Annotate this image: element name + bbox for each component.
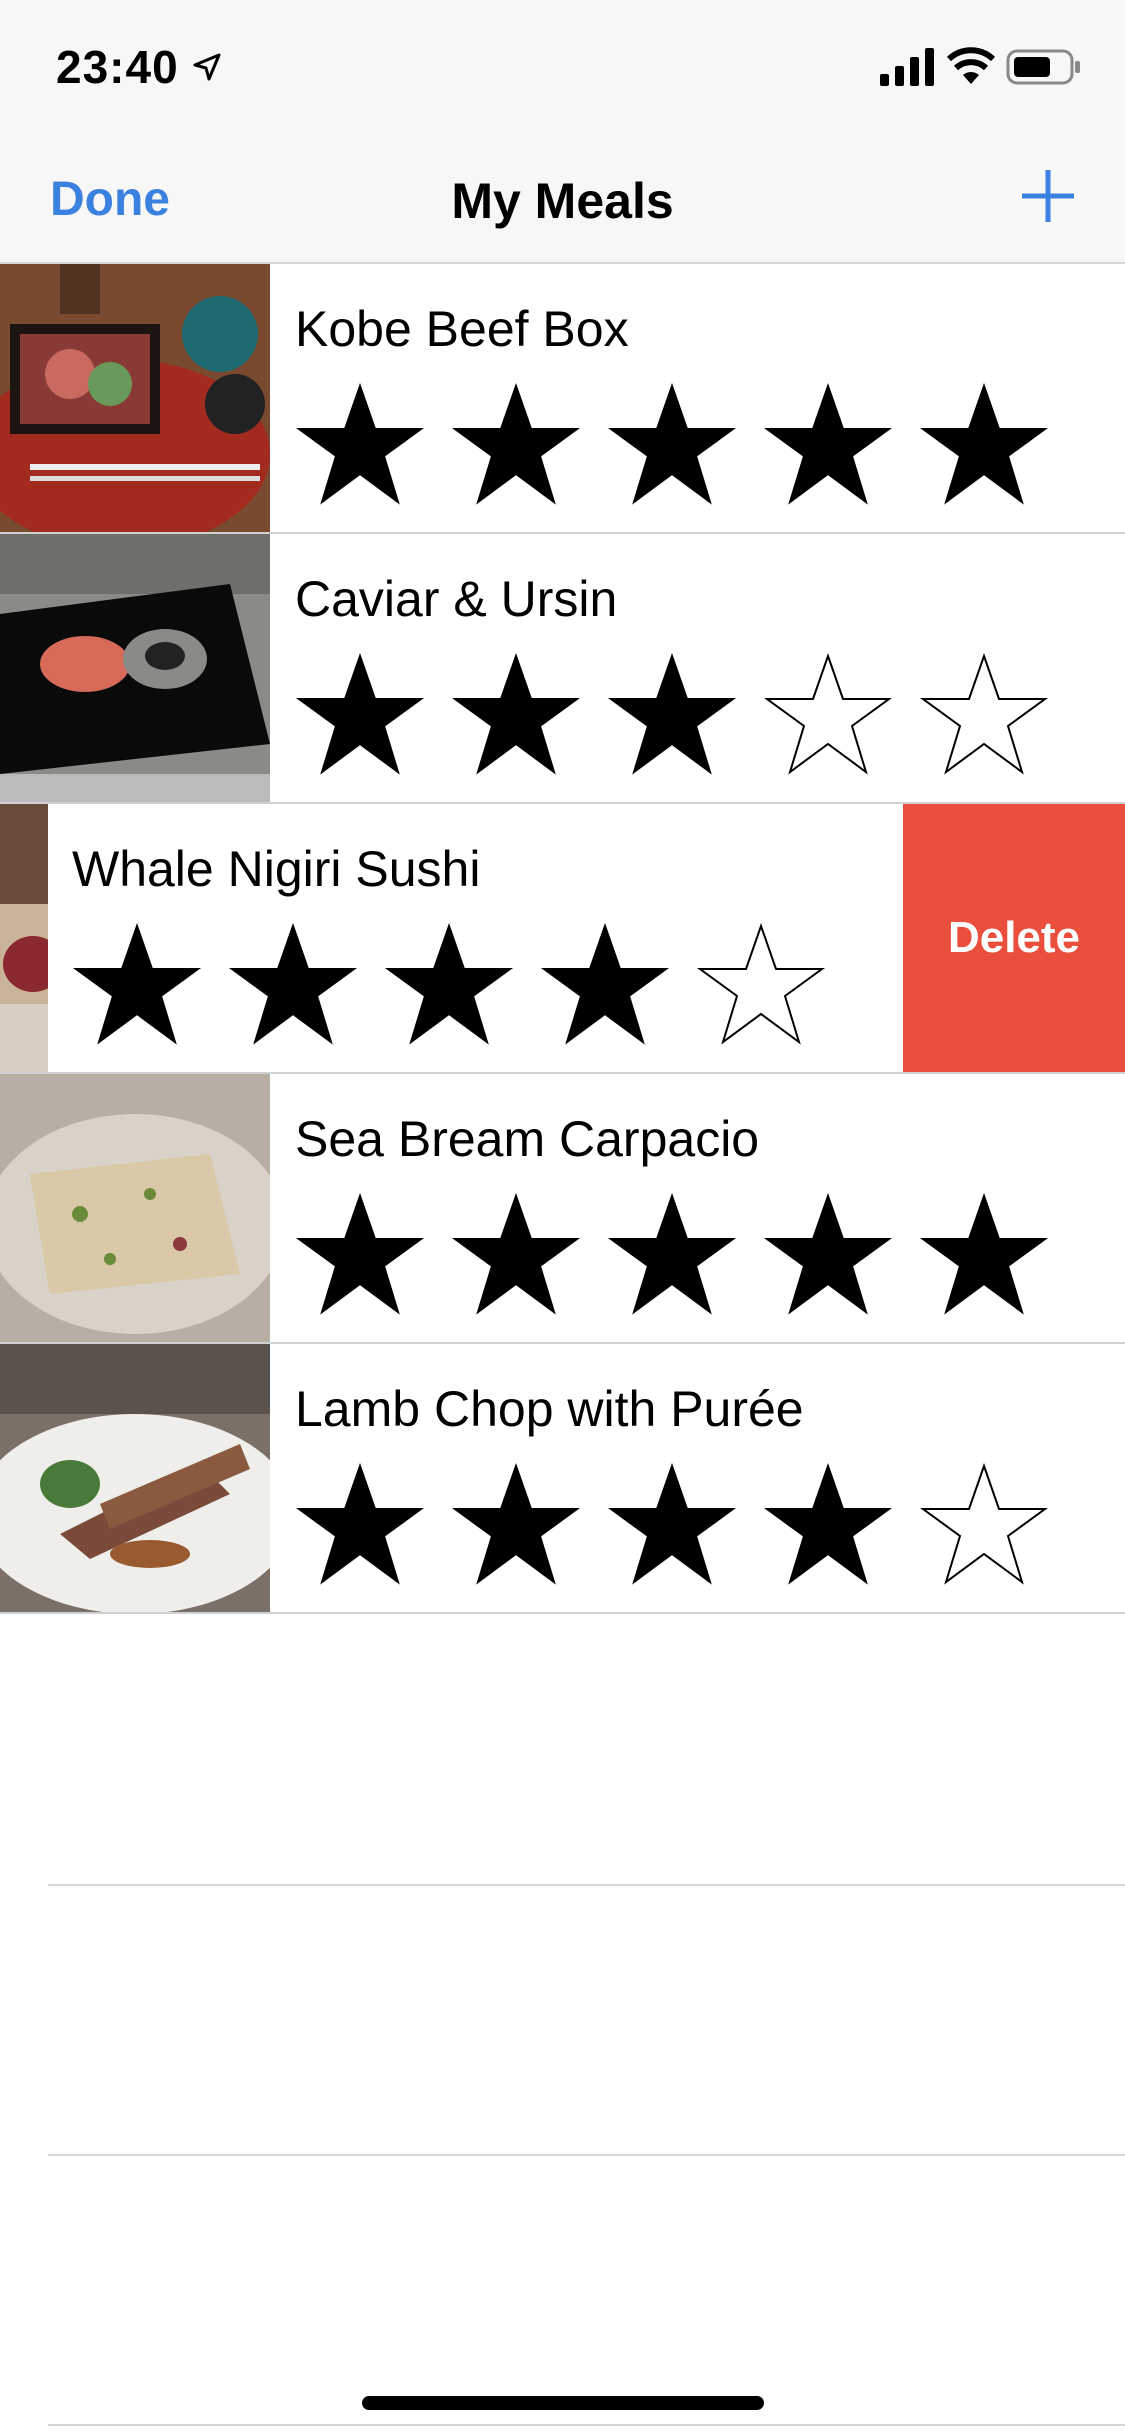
filled-star-icon[interactable] — [540, 922, 670, 1052]
filled-star-icon[interactable] — [763, 382, 893, 512]
filled-star-icon[interactable] — [72, 922, 202, 1052]
filled-star-icon[interactable] — [607, 1192, 737, 1322]
empty-star-icon[interactable] — [696, 922, 826, 1052]
battery-icon — [1006, 49, 1080, 85]
meal-row[interactable]: Caviar & Ursin — [0, 534, 1125, 804]
meal-name: Kobe Beef Box — [295, 301, 629, 357]
meal-photo — [0, 1344, 270, 1612]
empty-star-icon[interactable] — [919, 1462, 1049, 1592]
filled-star-icon[interactable] — [607, 1462, 737, 1592]
meal-photo — [0, 534, 270, 802]
cellular-signal-icon — [880, 48, 934, 86]
filled-star-icon[interactable] — [763, 1462, 893, 1592]
filled-star-icon[interactable] — [451, 382, 581, 512]
filled-star-icon[interactable] — [607, 382, 737, 512]
status-time: 23:40 — [56, 41, 179, 93]
filled-star-icon[interactable] — [295, 652, 425, 782]
meal-row[interactable]: Kobe Beef Box — [0, 264, 1125, 534]
filled-star-icon[interactable] — [763, 1192, 893, 1322]
empty-row-separator — [48, 2424, 1125, 2426]
filled-star-icon[interactable] — [451, 1462, 581, 1592]
filled-star-icon[interactable] — [295, 1192, 425, 1322]
filled-star-icon[interactable] — [919, 1192, 1049, 1322]
meal-photo — [0, 1074, 270, 1342]
filled-star-icon[interactable] — [228, 922, 358, 1052]
navigation-bar: Done My Meals — [0, 132, 1125, 264]
home-indicator[interactable] — [362, 2396, 764, 2410]
meal-photo — [0, 804, 48, 1072]
empty-star-icon[interactable] — [919, 652, 1049, 782]
meal-name: Whale Nigiri Sushi — [72, 841, 481, 897]
empty-star-icon[interactable] — [763, 652, 893, 782]
filled-star-icon[interactable] — [451, 1192, 581, 1322]
plus-icon[interactable] — [1020, 168, 1076, 224]
swiped-row-content[interactable]: Whale Nigiri Sushi — [48, 804, 903, 1072]
filled-star-icon[interactable] — [295, 1462, 425, 1592]
meal-row[interactable]: Sea Bream Carpacio — [0, 1074, 1125, 1344]
meal-row[interactable]: Whale Nigiri Sushi Delete — [0, 804, 1125, 1074]
meal-name: Caviar & Ursin — [295, 571, 618, 627]
empty-row-separator — [48, 2154, 1125, 2156]
empty-row-separator — [48, 1884, 1125, 1886]
page-title: My Meals — [451, 173, 674, 229]
filled-star-icon[interactable] — [295, 382, 425, 512]
filled-star-icon[interactable] — [919, 382, 1049, 512]
meal-name: Lamb Chop with Purée — [295, 1381, 804, 1437]
filled-star-icon[interactable] — [384, 922, 514, 1052]
meal-name: Sea Bream Carpacio — [295, 1111, 760, 1167]
delete-button[interactable]: Delete — [903, 804, 1125, 1072]
filled-star-icon[interactable] — [451, 652, 581, 782]
wifi-icon — [946, 47, 996, 84]
filled-star-icon[interactable] — [607, 652, 737, 782]
meal-row[interactable]: Lamb Chop with Purée — [0, 1344, 1125, 1614]
status-bar: 23:40 — [0, 0, 1125, 132]
location-arrow-icon — [193, 53, 221, 81]
meal-photo — [0, 264, 270, 532]
